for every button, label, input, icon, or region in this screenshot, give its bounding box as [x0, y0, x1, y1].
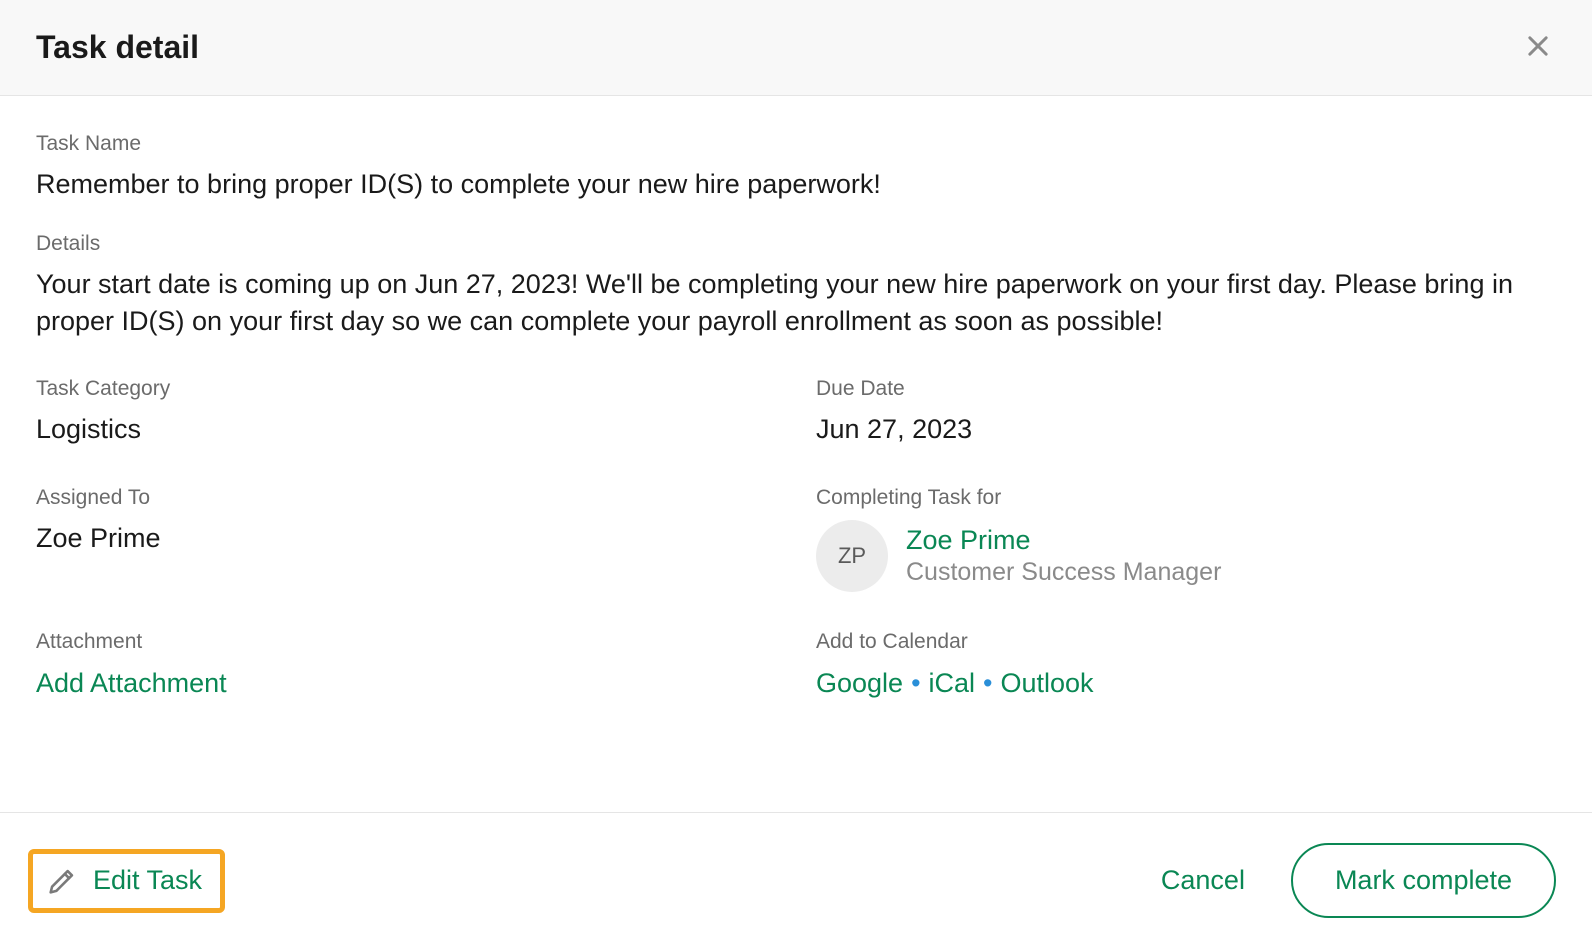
dialog-body: Task Name Remember to bring proper ID(S)…	[0, 96, 1592, 812]
task-detail-dialog: Task detail Task Name Remember to bring …	[0, 0, 1592, 948]
user-name-link[interactable]: Zoe Prime	[906, 525, 1221, 556]
due-date-value: Jun 27, 2023	[816, 411, 1556, 447]
add-to-calendar-label: Add to Calendar	[816, 630, 1556, 654]
avatar: ZP	[816, 520, 888, 592]
details-label: Details	[36, 232, 1556, 256]
assigned-completing-row: Assigned To Zoe Prime Completing Task fo…	[36, 486, 1556, 592]
calendar-links: Google • iCal • Outlook	[816, 668, 1556, 699]
mark-complete-button[interactable]: Mark complete	[1291, 843, 1556, 918]
task-category-section: Task Category Logistics	[36, 377, 776, 447]
dialog-header: Task detail	[0, 0, 1592, 96]
task-name-value: Remember to bring proper ID(S) to comple…	[36, 166, 1556, 202]
close-icon	[1524, 32, 1552, 63]
edit-task-button[interactable]: Edit Task	[28, 849, 225, 913]
add-to-calendar-section: Add to Calendar Google • iCal • Outlook	[816, 630, 1556, 699]
due-date-label: Due Date	[816, 377, 1556, 401]
separator-dot: •	[983, 668, 992, 699]
separator-dot: •	[911, 668, 920, 699]
user-text: Zoe Prime Customer Success Manager	[906, 525, 1221, 587]
completing-for-label: Completing Task for	[816, 486, 1556, 510]
calendar-link-ical[interactable]: iCal	[929, 668, 976, 699]
add-attachment-link[interactable]: Add Attachment	[36, 668, 227, 698]
category-due-row: Task Category Logistics Due Date Jun 27,…	[36, 377, 1556, 447]
assigned-to-value: Zoe Prime	[36, 520, 776, 556]
details-section: Details Your start date is coming up on …	[36, 232, 1556, 339]
task-name-section: Task Name Remember to bring proper ID(S)…	[36, 132, 1556, 202]
dialog-title: Task detail	[36, 29, 199, 66]
pencil-icon	[45, 864, 79, 898]
details-value: Your start date is coming up on Jun 27, …	[36, 266, 1556, 339]
attachment-section: Attachment Add Attachment	[36, 630, 776, 699]
calendar-link-outlook[interactable]: Outlook	[1001, 668, 1094, 699]
edit-task-label: Edit Task	[93, 865, 202, 896]
assigned-to-label: Assigned To	[36, 486, 776, 510]
cancel-button[interactable]: Cancel	[1161, 865, 1245, 896]
due-date-section: Due Date Jun 27, 2023	[816, 377, 1556, 447]
dialog-footer: Edit Task Cancel Mark complete	[0, 812, 1592, 948]
completing-for-section: Completing Task for ZP Zoe Prime Custome…	[816, 486, 1556, 592]
close-button[interactable]	[1520, 28, 1556, 67]
task-name-label: Task Name	[36, 132, 1556, 156]
attachment-label: Attachment	[36, 630, 776, 654]
user-role: Customer Success Manager	[906, 558, 1221, 587]
assigned-to-section: Assigned To Zoe Prime	[36, 486, 776, 592]
task-category-label: Task Category	[36, 377, 776, 401]
attachment-calendar-row: Attachment Add Attachment Add to Calenda…	[36, 630, 1556, 699]
calendar-link-google[interactable]: Google	[816, 668, 903, 699]
completing-for-user: ZP Zoe Prime Customer Success Manager	[816, 520, 1556, 592]
footer-right: Cancel Mark complete	[1161, 843, 1556, 918]
task-category-value: Logistics	[36, 411, 776, 447]
